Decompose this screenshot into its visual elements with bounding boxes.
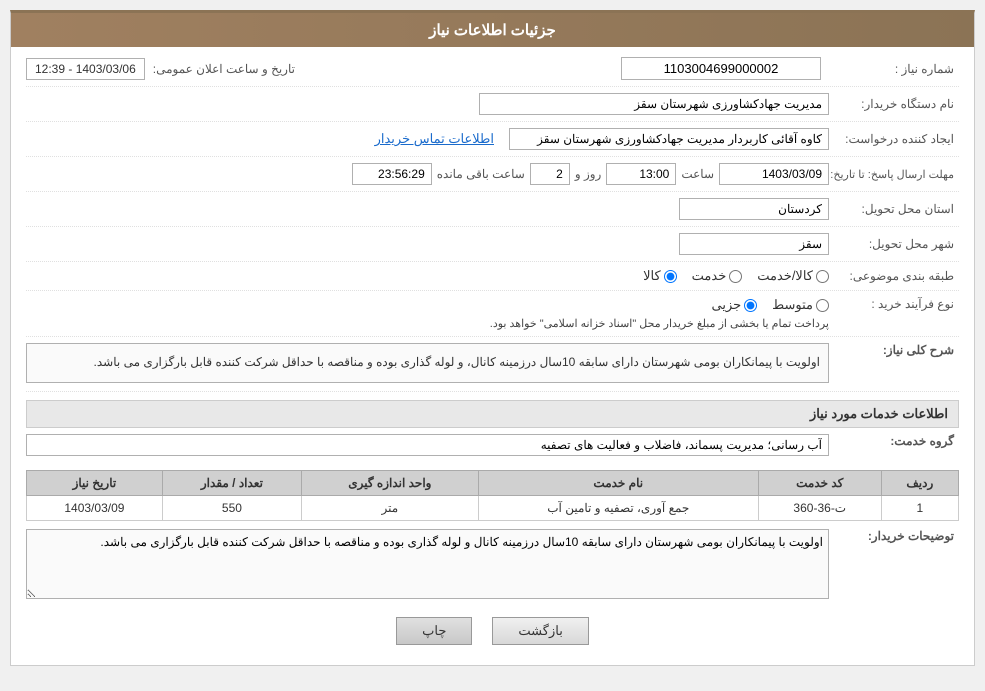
saat-input[interactable] — [606, 163, 676, 185]
rooz-label: روز و — [575, 167, 602, 181]
gorooh-label: گروه خدمت: — [829, 434, 959, 448]
radio-khedmat[interactable] — [729, 270, 742, 283]
sharh-value: اولویت با پیمانکاران بومی شهرستان دارای … — [26, 343, 829, 383]
radio-jozei-item: جزیی — [711, 297, 757, 313]
radio-jozei-label: جزیی — [711, 297, 741, 313]
tabaqe-label: طبقه بندی موضوعی: — [829, 269, 959, 283]
table-header-radif: ردیف — [881, 470, 958, 495]
back-button[interactable]: بازگشت — [492, 617, 588, 645]
ijad-link[interactable]: اطلاعات تماس خریدار — [375, 131, 494, 147]
cell-radif: 1 — [881, 495, 958, 520]
cell-nam: جمع آوری، تصفیه و تامین آب — [478, 495, 758, 520]
date-input[interactable] — [719, 163, 829, 185]
announce-value: 1403/03/06 - 12:39 — [26, 58, 145, 80]
table-header-tedad: تعداد / مقدار — [162, 470, 301, 495]
announce-label: تاریخ و ساعت اعلان عمومی: — [153, 62, 295, 76]
radio-kala-item: کالا — [643, 268, 677, 284]
ijad-label: ایجاد کننده درخواست: — [829, 132, 959, 146]
nooe-label: نوع فرآیند خرید : — [829, 297, 959, 311]
cell-kod: ت-36-360 — [758, 495, 881, 520]
radio-kala-khedmat-item: کالا/خدمت — [757, 268, 829, 284]
saat-label: ساعت — [681, 167, 714, 181]
radio-kala-khedmat[interactable] — [816, 270, 829, 283]
khedmat-info-title: اطلاعات خدمات مورد نیاز — [26, 400, 959, 428]
shahr-label: شهر محل تحویل: — [829, 237, 959, 251]
radio-kala-khedmat-label: کالا/خدمت — [757, 268, 813, 284]
radio-khedmat-label: خدمت — [692, 268, 727, 284]
nooe-description: پرداخت تمام یا بخشی از مبلغ خریدار محل "… — [26, 317, 829, 330]
radio-motevaset-item: متوسط — [772, 297, 829, 313]
radio-kala-label: کالا — [643, 268, 661, 284]
radio-jozei[interactable] — [744, 299, 757, 312]
ostan-input[interactable] — [679, 198, 829, 220]
table-header-vahed: واحد اندازه گیری — [302, 470, 479, 495]
print-button[interactable]: چاپ — [396, 617, 472, 645]
cell-vahed: متر — [302, 495, 479, 520]
nam-dastgah-label: نام دستگاه خریدار: — [829, 97, 959, 111]
baqi-label: ساعت باقی مانده — [437, 167, 525, 181]
page-title: جزئیات اطلاعات نیاز — [429, 22, 556, 39]
sharh-label: شرح کلی نیاز: — [829, 343, 959, 357]
nam-dastgah-input[interactable] — [479, 93, 829, 115]
shomare-niaz-label: شماره نیاز : — [829, 62, 959, 76]
shahr-input[interactable] — [679, 233, 829, 255]
buyer-notes-textarea[interactable] — [26, 529, 829, 599]
table-header-tarikh: تاریخ نیاز — [27, 470, 163, 495]
page-header: جزئیات اطلاعات نیاز — [11, 13, 974, 47]
ostan-label: استان محل تحویل: — [829, 202, 959, 216]
table-header-nam: نام خدمت — [478, 470, 758, 495]
rooz-input[interactable] — [530, 163, 570, 185]
mohlat-label: مهلت ارسال پاسخ: تا تاریخ: — [829, 168, 959, 181]
buttons-row: بازگشت چاپ — [26, 617, 959, 645]
cell-tarikh: 1403/03/09 — [27, 495, 163, 520]
radio-motevaset[interactable] — [816, 299, 829, 312]
services-table: ردیف کد خدمت نام خدمت واحد اندازه گیری ت… — [26, 470, 959, 521]
radio-khedmat-item: خدمت — [692, 268, 743, 284]
baqi-input[interactable] — [352, 163, 432, 185]
table-row: 1 ت-36-360 جمع آوری، تصفیه و تامین آب مت… — [27, 495, 959, 520]
gorooh-input[interactable] — [26, 434, 829, 456]
radio-kala[interactable] — [664, 270, 677, 283]
shomare-niaz-input[interactable] — [621, 57, 821, 80]
buyer-notes-label: توضیحات خریدار: — [829, 529, 959, 543]
radio-motevaset-label: متوسط — [772, 297, 813, 313]
ijad-input[interactable] — [509, 128, 829, 150]
cell-tedad: 550 — [162, 495, 301, 520]
table-header-kod: کد خدمت — [758, 470, 881, 495]
